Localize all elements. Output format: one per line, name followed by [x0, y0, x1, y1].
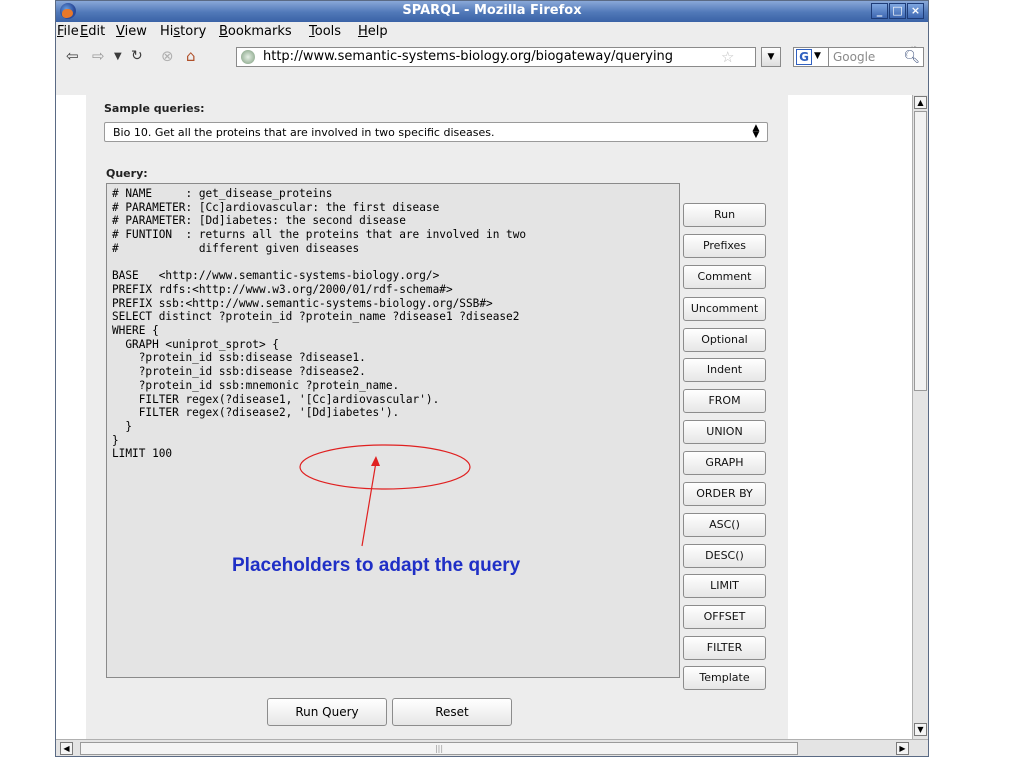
template-button[interactable]: Template [683, 666, 766, 690]
site-identity-icon[interactable] [241, 50, 255, 64]
order-by-button[interactable]: ORDER BY [683, 482, 766, 506]
menu-bar: File Edit View History Bookmarks Tools H… [56, 22, 928, 58]
search-engine-selector[interactable]: G ▼ [793, 47, 829, 67]
menu-view[interactable]: View [116, 24, 147, 39]
sample-queries-select[interactable]: Bio 10. Get all the proteins that are in… [104, 122, 768, 142]
selected-sample-query: Bio 10. Get all the proteins that are in… [113, 126, 495, 139]
union-button[interactable]: UNION [683, 420, 766, 444]
run-query-button[interactable]: Run Query [267, 698, 387, 726]
search-placeholder: Google [833, 50, 876, 64]
search-input[interactable]: Google 🔍︎ [829, 47, 924, 67]
annotation-label: Placeholders to adapt the query [232, 555, 521, 576]
menu-history[interactable]: History [160, 24, 206, 39]
chevron-down-icon: ▼ [814, 51, 821, 61]
menu-edit[interactable]: Edit [80, 24, 105, 39]
scroll-right-icon[interactable]: ▶ [896, 742, 909, 755]
browser-window: SPARQL - Mozilla Firefox _ □ × File Edit… [55, 0, 929, 757]
vertical-scrollbar[interactable]: ▲ ▼ [912, 95, 928, 739]
uncomment-button[interactable]: Uncomment [683, 297, 766, 321]
run-button[interactable]: Run [683, 203, 766, 227]
menu-file[interactable]: File [57, 24, 79, 39]
updown-arrows-icon: ▲ ▼ [752, 123, 760, 140]
query-label: Query: [106, 167, 148, 180]
optional-button[interactable]: Optional [683, 328, 766, 352]
forward-arrow-icon[interactable]: ⇨ [92, 47, 105, 65]
scroll-down-icon[interactable]: ▼ [914, 723, 927, 736]
scroll-up-icon[interactable]: ▲ [914, 96, 927, 109]
menu-tools[interactable]: Tools [309, 24, 341, 39]
comment-button[interactable]: Comment [683, 265, 766, 289]
graph-button[interactable]: GRAPH [683, 451, 766, 475]
star-icon[interactable]: ☆ [721, 48, 734, 66]
filter-button[interactable]: FILTER [683, 636, 766, 660]
stop-icon[interactable]: ⊗ [161, 47, 174, 65]
query-textarea[interactable]: # NAME : get_disease_proteins # PARAMETE… [106, 183, 680, 678]
limit-button[interactable]: LIMIT [683, 574, 766, 598]
google-icon: G [796, 49, 812, 65]
query-text[interactable]: # NAME : get_disease_proteins # PARAMETE… [112, 187, 526, 461]
reload-icon[interactable]: ↻ [131, 47, 143, 65]
vertical-scroll-thumb[interactable] [914, 111, 927, 391]
indent-button[interactable]: Indent [683, 358, 766, 382]
magnifier-icon[interactable]: 🔍︎ [903, 49, 920, 67]
history-dropdown-icon[interactable]: ▼ [114, 48, 122, 66]
url-text[interactable]: http://www.semantic-systems-biology.org/… [263, 49, 673, 64]
desc-button[interactable]: DESC() [683, 544, 766, 568]
minimize-button[interactable]: _ [871, 3, 888, 19]
offset-button[interactable]: OFFSET [683, 605, 766, 629]
window-title: SPARQL - Mozilla Firefox [402, 3, 582, 18]
url-bar[interactable]: http://www.semantic-systems-biology.org/… [236, 47, 756, 67]
maximize-button[interactable]: □ [889, 3, 906, 19]
horizontal-scroll-thumb[interactable]: ||| [80, 742, 798, 755]
from-button[interactable]: FROM [683, 389, 766, 413]
url-dropdown-button[interactable]: ▼ [761, 47, 781, 67]
asc-button[interactable]: ASC() [683, 513, 766, 537]
back-arrow-icon[interactable]: ⇦ [66, 47, 79, 65]
horizontal-scrollbar[interactable]: ◀ ||| ▶ [56, 739, 928, 756]
home-icon[interactable]: ⌂ [186, 47, 196, 65]
navigation-toolbar: ⇦ ⇨ ▼ ↻ ⊗ ⌂ http://www.semantic-systems-… [56, 43, 928, 71]
reset-button[interactable]: Reset [392, 698, 512, 726]
prefixes-button[interactable]: Prefixes [683, 234, 766, 258]
menu-help[interactable]: Help [358, 24, 388, 39]
title-bar: SPARQL - Mozilla Firefox _ □ × [56, 1, 928, 22]
menu-bookmarks[interactable]: Bookmarks [219, 24, 292, 39]
scroll-left-icon[interactable]: ◀ [60, 742, 73, 755]
close-button[interactable]: × [907, 3, 924, 19]
sample-queries-label: Sample queries: [104, 102, 205, 115]
